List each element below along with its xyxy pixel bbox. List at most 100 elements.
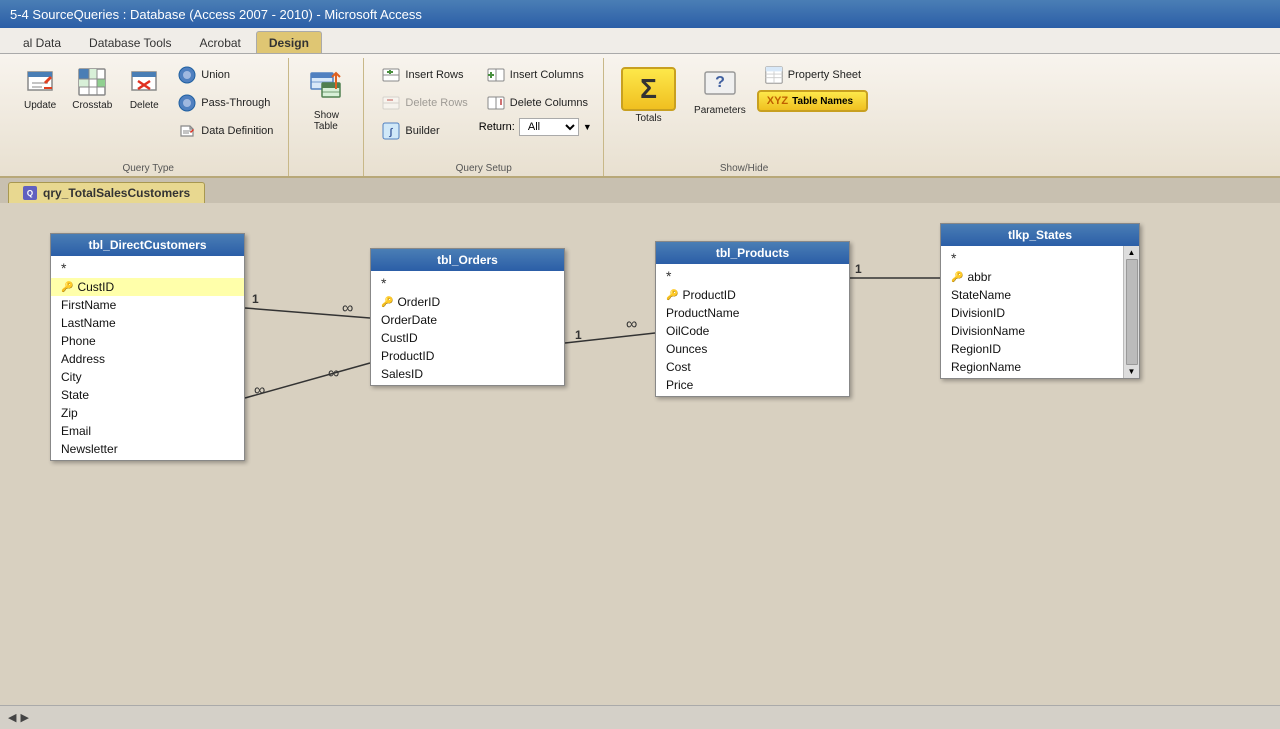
table-row[interactable]: City [51,368,244,386]
svg-text:∞: ∞ [328,365,339,382]
passthrough-label: Pass-Through [201,97,270,109]
title-text: 5-4 SourceQueries : Database (Access 200… [10,7,422,22]
builder-icon: ∫ [381,121,401,141]
table-products-header: tbl_Products [656,242,849,264]
table-row[interactable]: StateName [941,286,1123,304]
menu-tab-database-tools[interactable]: Database Tools [76,31,185,53]
show-table-icon [308,67,344,108]
datadefinition-button[interactable]: Data Definition [170,118,280,144]
table-row[interactable]: * [941,248,1123,268]
query-setup-right-stack: Insert Columns Delete Columns Return: [479,62,595,152]
builder-button[interactable]: ∫ Builder [374,118,474,144]
table-direct-customers: tbl_DirectCustomers * 🔑 CustID FirstName… [50,233,245,461]
table-row[interactable]: Address [51,350,244,368]
svg-text:?: ? [715,74,725,91]
table-row[interactable]: CustID [371,329,564,347]
delete-rows-button[interactable]: Delete Rows [374,90,474,116]
table-products-name: tbl_Products [716,246,789,260]
table-row[interactable]: ProductID [371,347,564,365]
table-row[interactable]: 🔑 CustID [51,278,244,296]
query-setup-group-label: Query Setup [364,163,603,174]
title-bar: 5-4 SourceQueries : Database (Access 200… [0,0,1280,28]
insert-rows-button[interactable]: Insert Rows [374,62,474,88]
table-row[interactable]: 🔑 ProductID [656,286,849,304]
union-label: Union [201,69,230,81]
query-setup-left-stack: Insert Rows Delete Rows [374,62,474,160]
menu-tab-design[interactable]: Design [256,31,322,53]
table-row[interactable]: OilCode [656,322,849,340]
scroll-up-arrow[interactable]: ▲ [1128,248,1136,257]
table-row[interactable]: ProductName [656,304,849,322]
table-row[interactable]: 🔑 OrderID [371,293,564,311]
table-row[interactable]: 🔑 abbr [941,268,1123,286]
insert-columns-label: Insert Columns [510,69,584,81]
table-row[interactable]: Newsletter [51,440,244,458]
delete-columns-icon [486,93,506,113]
table-states-header: tlkp_States [941,224,1139,246]
table-row[interactable]: Cost [656,358,849,376]
delete-columns-button[interactable]: Delete Columns [479,90,595,116]
table-row[interactable]: LastName [51,314,244,332]
table-row[interactable]: Email [51,422,244,440]
update-button[interactable]: Update [18,62,62,115]
nav-prev-icon[interactable]: ◀ [8,711,16,724]
table-row[interactable]: * [371,273,564,293]
pk-icon: 🔑 [381,297,393,308]
table-row[interactable]: * [656,266,849,286]
totals-button[interactable]: Σ Totals [614,62,683,129]
svg-text:1: 1 [252,292,259,306]
nav-next-icon[interactable]: ▶ [20,711,28,724]
delete-icon [128,66,160,98]
table-row[interactable]: RegionName [941,358,1123,376]
delete-button[interactable]: Delete [122,62,166,115]
delete-label: Delete [130,100,159,111]
table-row[interactable]: DivisionID [941,304,1123,322]
insert-columns-button[interactable]: Insert Columns [479,62,595,88]
pk-icon: 🔑 [666,290,678,301]
show-hide-group: Σ Totals ? Parameters [604,58,884,176]
query-type-group-label: Query Type [8,163,288,174]
field-name: ProductID [682,288,735,302]
table-scrollbar[interactable]: ▲ ▼ [1123,246,1139,378]
table-row[interactable]: Price [656,376,849,394]
query-tab[interactable]: Q qry_TotalSalesCustomers [8,182,205,203]
crosstab-icon [76,66,108,98]
table-names-icon: XYZ [767,95,788,107]
table-orders: tbl_Orders * 🔑 OrderID OrderDate CustID … [370,248,565,386]
table-row[interactable]: SalesID [371,365,564,383]
table-row[interactable]: Ounces [656,340,849,358]
query-type-group: Update Crosstab [8,58,289,176]
show-table-group: ShowTable [289,58,364,176]
field-name: CustID [77,280,114,294]
table-orders-body: * 🔑 OrderID OrderDate CustID ProductID S… [371,271,564,385]
table-row[interactable]: Zip [51,404,244,422]
show-table-button[interactable]: ShowTable [301,62,351,137]
return-select[interactable]: All 5 25 100 [519,118,579,136]
table-row[interactable]: Phone [51,332,244,350]
property-sheet-button[interactable]: Property Sheet [757,62,868,88]
table-row[interactable]: State [51,386,244,404]
parameters-button[interactable]: ? Parameters [687,62,753,129]
table-names-button[interactable]: XYZ Table Names [757,90,868,112]
menu-tab-acrobat[interactable]: Acrobat [187,31,254,53]
scroll-down-arrow[interactable]: ▼ [1128,367,1136,376]
table-orders-header: tbl_Orders [371,249,564,271]
passthrough-button[interactable]: Pass-Through [170,90,280,116]
scroll-thumb[interactable] [1126,259,1138,365]
table-row[interactable]: OrderDate [371,311,564,329]
menu-tab-external-data[interactable]: al Data [10,31,74,53]
datadefinition-icon [177,121,197,141]
svg-text:1: 1 [855,262,862,276]
table-states-body: * 🔑 abbr StateName DivisionID DivisionNa… [941,246,1139,378]
table-row[interactable]: RegionID [941,340,1123,358]
datadefinition-label: Data Definition [201,125,273,137]
query-setup-group: Insert Rows Delete Rows [364,58,604,176]
query-tab-icon: Q [23,186,37,200]
table-row[interactable]: FirstName [51,296,244,314]
totals-icon: Σ [621,67,676,111]
union-button[interactable]: Union [170,62,280,88]
table-row[interactable]: * [51,258,244,278]
crosstab-button[interactable]: Crosstab [66,62,118,115]
table-row[interactable]: DivisionName [941,322,1123,340]
table-products-body: * 🔑 ProductID ProductName OilCode Ounces… [656,264,849,396]
